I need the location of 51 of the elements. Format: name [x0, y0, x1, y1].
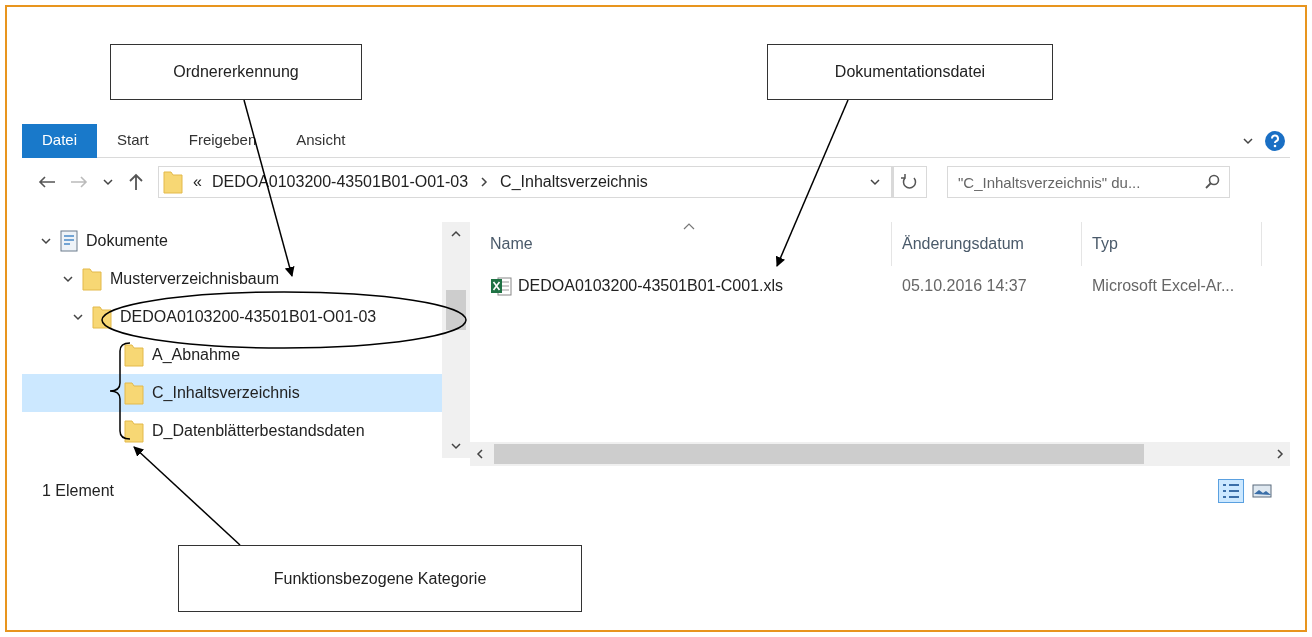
document-icon — [60, 230, 78, 252]
refresh-icon[interactable] — [893, 166, 927, 198]
back-arrow-icon[interactable] — [38, 175, 56, 189]
chevron-icon[interactable] — [62, 273, 74, 285]
folder-icon — [124, 419, 144, 443]
ribbon-tab[interactable]: Datei — [22, 123, 98, 158]
scrollbar-thumb[interactable] — [446, 290, 466, 330]
scrollbar-thumb[interactable] — [494, 444, 1144, 464]
large-icons-view-icon[interactable] — [1252, 483, 1272, 499]
details-view-icon[interactable] — [1218, 479, 1244, 503]
horizontal-scrollbar[interactable] — [470, 442, 1290, 466]
chevron-icon[interactable] — [102, 176, 114, 188]
breadcrumb-overflow[interactable]: « — [193, 170, 202, 194]
tree-item[interactable]: A_Abnahme — [22, 336, 442, 374]
vertical-scrollbar[interactable] — [442, 222, 470, 458]
chevron-icon[interactable] — [474, 448, 486, 460]
status-text: 1 Element — [42, 481, 115, 501]
chevron-icon[interactable] — [869, 176, 881, 188]
sort-caret-icon — [683, 222, 695, 230]
folder-icon — [82, 267, 102, 291]
search-icon — [1204, 174, 1220, 190]
tree-item[interactable]: C_Inhaltsverzeichnis — [22, 374, 442, 412]
folder-icon — [92, 305, 112, 329]
tree-item[interactable]: DEDOA0103200-43501B01-O01-03 — [22, 298, 442, 336]
chevron-icon[interactable] — [450, 440, 462, 452]
column-header[interactable]: Typ — [1082, 222, 1262, 266]
folder-icon — [124, 381, 144, 405]
column-header[interactable]: Änderungsdatum — [892, 222, 1082, 266]
breadcrumb-item[interactable]: C_Inhaltsverzeichnis — [500, 170, 648, 194]
chevron-icon[interactable] — [72, 311, 84, 323]
modified-date: 05.10.2016 14:37 — [901, 276, 1028, 296]
ribbon-tab[interactable]: Start — [97, 123, 169, 158]
tree-item[interactable]: D_Datenblätterbestandsdaten — [22, 412, 442, 450]
chevron-icon[interactable] — [40, 235, 52, 247]
tree-item[interactable]: Dokumente — [22, 222, 442, 260]
callout-label: Funktionsbezogene Kategorie — [178, 545, 582, 612]
folder-icon — [163, 170, 183, 194]
callout-label: Dokumentationsdatei — [767, 44, 1053, 100]
callout-label: Ordnererkennung — [110, 44, 362, 100]
spreadsheet-icon — [490, 275, 512, 297]
file-row[interactable]: DEDOA0103200-43501B01-C001.xls 05.10.2016 14:37 Microsoft Excel-Ar... — [480, 266, 1290, 306]
folder-icon — [124, 343, 144, 367]
chevron-icon[interactable] — [1274, 448, 1286, 460]
file-type: Microsoft Excel-Ar... — [1091, 276, 1236, 296]
search-field[interactable]: "C_Inhaltsverzeichnis" du... — [947, 166, 1230, 198]
help-icon[interactable] — [1264, 129, 1286, 152]
up-arrow-icon[interactable] — [128, 173, 144, 191]
tree-item[interactable]: Musterverzeichnisbaum — [22, 260, 442, 298]
column-header[interactable]: Name — [480, 222, 892, 266]
file-name: DEDOA0103200-43501B01-C001.xls — [518, 276, 784, 296]
ribbon-tab[interactable]: Ansicht — [276, 123, 366, 158]
